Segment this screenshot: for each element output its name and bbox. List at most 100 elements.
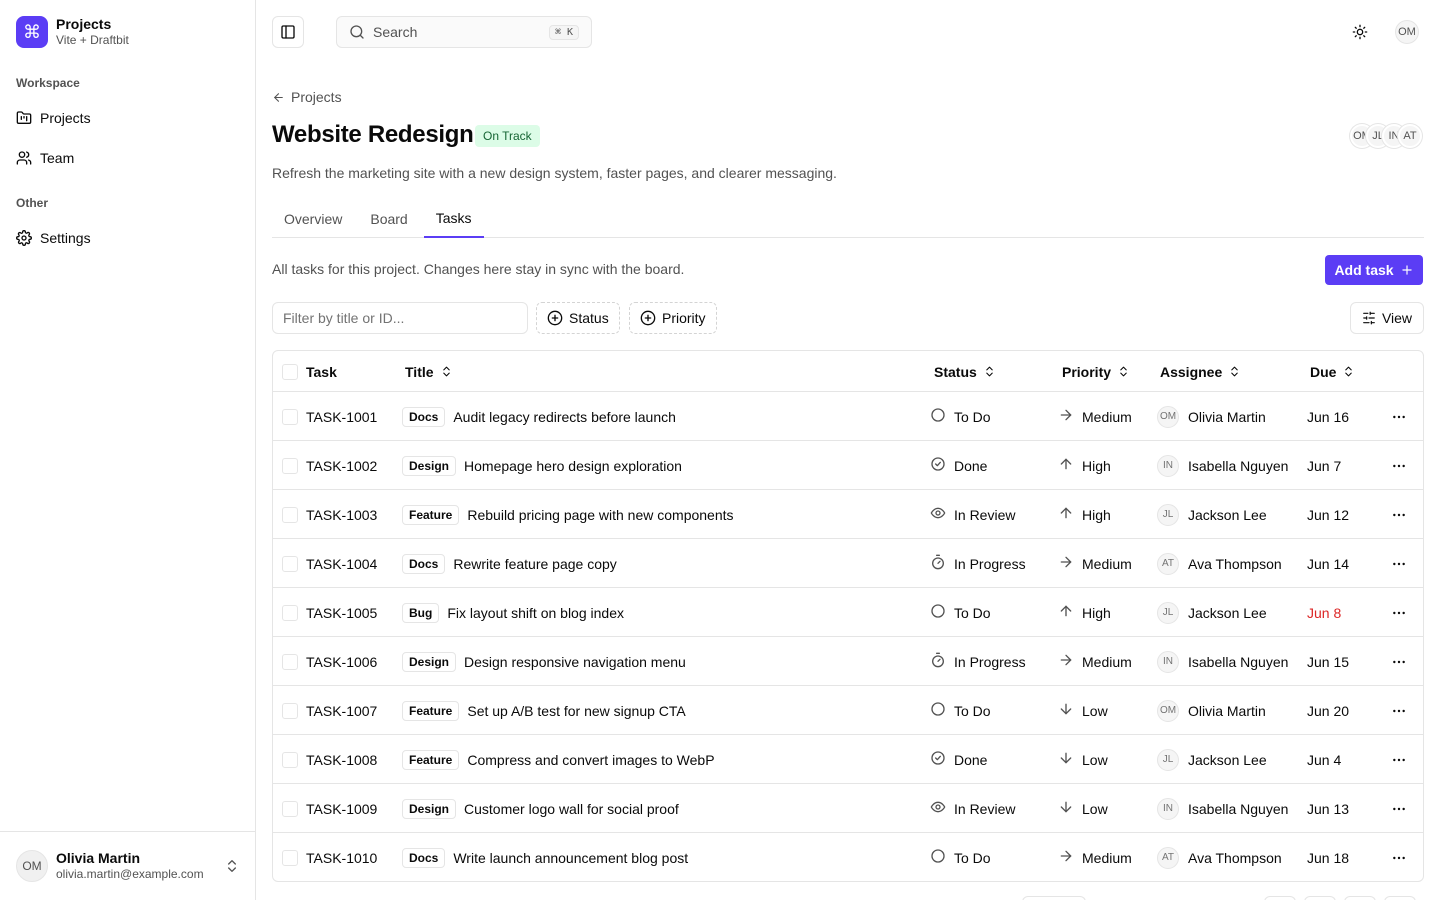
row-checkbox[interactable] <box>282 653 298 670</box>
tab-tasks[interactable]: Tasks <box>423 200 484 238</box>
row-checkbox[interactable] <box>282 457 298 474</box>
column-due-sort[interactable]: Due <box>1310 351 1355 392</box>
row-checkbox[interactable] <box>282 604 298 621</box>
table-row[interactable]: TASK-1005 Bug Fix layout shift on blog i… <box>273 588 1423 637</box>
theme-toggle-button[interactable] <box>1344 16 1376 48</box>
row-checkbox[interactable] <box>282 702 298 719</box>
title-cell[interactable]: Docs Audit legacy redirects before launc… <box>402 392 676 441</box>
tab-board[interactable]: Board <box>358 200 419 238</box>
title-cell[interactable]: Design Customer logo wall for social pro… <box>402 784 679 833</box>
timer-icon <box>932 554 944 570</box>
priority-filter-button[interactable]: Priority <box>629 302 717 334</box>
previous-page-button[interactable] <box>1304 896 1336 900</box>
row-checkbox[interactable] <box>282 408 298 425</box>
row-actions-cell <box>1385 490 1413 539</box>
row-actions-button[interactable] <box>1385 795 1413 823</box>
more-horizontal-icon <box>1393 807 1405 810</box>
task-id: TASK-1007 <box>306 702 378 719</box>
select-all-checkbox[interactable] <box>282 363 298 380</box>
row-checkbox[interactable] <box>282 555 298 572</box>
row-checkbox[interactable] <box>282 506 298 523</box>
brand-subtitle: Vite + Draftbit <box>56 33 129 47</box>
filter-input[interactable] <box>272 302 528 334</box>
row-actions-button[interactable] <box>1385 403 1413 431</box>
rows-per-page-select[interactable] <box>1022 896 1086 900</box>
row-actions-button[interactable] <box>1385 697 1413 725</box>
row-actions-button[interactable] <box>1385 844 1413 872</box>
row-actions-button[interactable] <box>1385 452 1413 480</box>
priority-cell: Medium <box>1058 637 1132 686</box>
due-date: Jun 8 <box>1307 604 1342 621</box>
priority-cell: Medium <box>1058 833 1132 881</box>
row-actions-cell <box>1385 833 1413 881</box>
table-row[interactable]: TASK-1006 Design Design responsive navig… <box>273 637 1423 686</box>
arrow-left-icon <box>274 92 283 102</box>
title-cell[interactable]: Design Homepage hero design exploration <box>402 441 682 490</box>
chevrons-up-down-icon <box>442 366 450 377</box>
row-actions-button[interactable] <box>1385 648 1413 676</box>
tab-overview[interactable]: Overview <box>272 200 354 238</box>
brand[interactable]: ⌘ Projects Vite + Draftbit <box>16 16 129 48</box>
member-avatars[interactable]: OM JL IN AT <box>1350 124 1422 148</box>
row-checkbox[interactable] <box>282 849 298 866</box>
table-row[interactable]: TASK-1008 Feature Compress and convert i… <box>273 735 1423 784</box>
view-options-button[interactable]: View <box>1350 302 1424 334</box>
table-row[interactable]: TASK-1007 Feature Set up A/B test for ne… <box>273 686 1423 735</box>
task-priority: High <box>1082 506 1111 523</box>
row-checkbox[interactable] <box>282 751 298 768</box>
circle-icon <box>931 702 945 716</box>
title-cell[interactable]: Feature Set up A/B test for new signup C… <box>402 686 686 735</box>
select-cell <box>282 539 298 588</box>
title-cell[interactable]: Feature Rebuild pricing page with new co… <box>402 490 734 539</box>
row-checkbox[interactable] <box>282 800 298 817</box>
table-row[interactable]: TASK-1004 Docs Rewrite feature page copy… <box>273 539 1423 588</box>
task-priority: Low <box>1082 702 1108 719</box>
sun-icon <box>1352 24 1368 40</box>
title-cell[interactable]: Design Design responsive navigation menu <box>402 637 686 686</box>
sidebar-item-team[interactable]: Team <box>8 142 248 174</box>
user-menu[interactable]: OM Olivia Martin olivia.martin@example.c… <box>0 831 256 900</box>
sidebar-item-settings[interactable]: Settings <box>8 222 248 254</box>
status-icon-slot <box>930 407 954 426</box>
row-actions-cell <box>1385 588 1413 637</box>
assignee-cell: JL Jackson Lee <box>1157 490 1267 539</box>
status-filter-button[interactable]: Status <box>536 302 620 334</box>
task-label-badge: Design <box>402 798 457 819</box>
title-cell[interactable]: Docs Rewrite feature page copy <box>402 539 617 588</box>
account-avatar[interactable]: OM <box>1395 20 1419 44</box>
last-page-button[interactable] <box>1384 896 1416 900</box>
title-cell[interactable]: Bug Fix layout shift on blog index <box>402 588 624 637</box>
table-row[interactable]: TASK-1010 Docs Write launch announcement… <box>273 833 1423 881</box>
chevrons-up-down-icon <box>1231 366 1238 377</box>
sidebar-item-projects[interactable]: Projects <box>8 102 248 134</box>
table-row[interactable]: TASK-1003 Feature Rebuild pricing page w… <box>273 490 1423 539</box>
task-status: In Progress <box>954 555 1026 572</box>
row-actions-button[interactable] <box>1385 501 1413 529</box>
row-actions-button[interactable] <box>1385 550 1413 578</box>
task-id: TASK-1001 <box>306 408 378 425</box>
more-horizontal-icon <box>1393 562 1405 565</box>
row-actions-button[interactable] <box>1385 746 1413 774</box>
column-title-sort[interactable]: Title <box>405 351 453 392</box>
column-assignee-sort[interactable]: Assignee <box>1160 351 1241 392</box>
title-cell[interactable]: Docs Write launch announcement blog post <box>402 833 688 881</box>
task-status: In Review <box>954 800 1016 817</box>
table-row[interactable]: TASK-1002 Design Homepage hero design ex… <box>273 441 1423 490</box>
add-task-button[interactable]: Add task <box>1325 255 1423 285</box>
table-row[interactable]: TASK-1009 Design Customer logo wall for … <box>273 784 1423 833</box>
task-id: TASK-1009 <box>306 800 378 817</box>
row-actions-button[interactable] <box>1385 599 1413 627</box>
sidebar-toggle-button[interactable] <box>272 16 304 48</box>
priority-icon-slot <box>1058 652 1082 671</box>
column-priority-sort[interactable]: Priority <box>1062 351 1130 392</box>
first-page-button[interactable] <box>1264 896 1296 900</box>
task-title: Rebuild pricing page with new components <box>467 506 734 523</box>
table-row[interactable]: TASK-1001 Docs Audit legacy redirects be… <box>273 392 1423 441</box>
assignee-name: Jackson Lee <box>1188 751 1267 768</box>
next-page-button[interactable] <box>1344 896 1376 900</box>
breadcrumb[interactable]: Projects <box>272 89 342 105</box>
search-input[interactable]: Search ⌘ K <box>336 16 592 48</box>
title-cell[interactable]: Feature Compress and convert images to W… <box>402 735 715 784</box>
column-label: Title <box>405 363 434 380</box>
column-status-sort[interactable]: Status <box>934 351 996 392</box>
